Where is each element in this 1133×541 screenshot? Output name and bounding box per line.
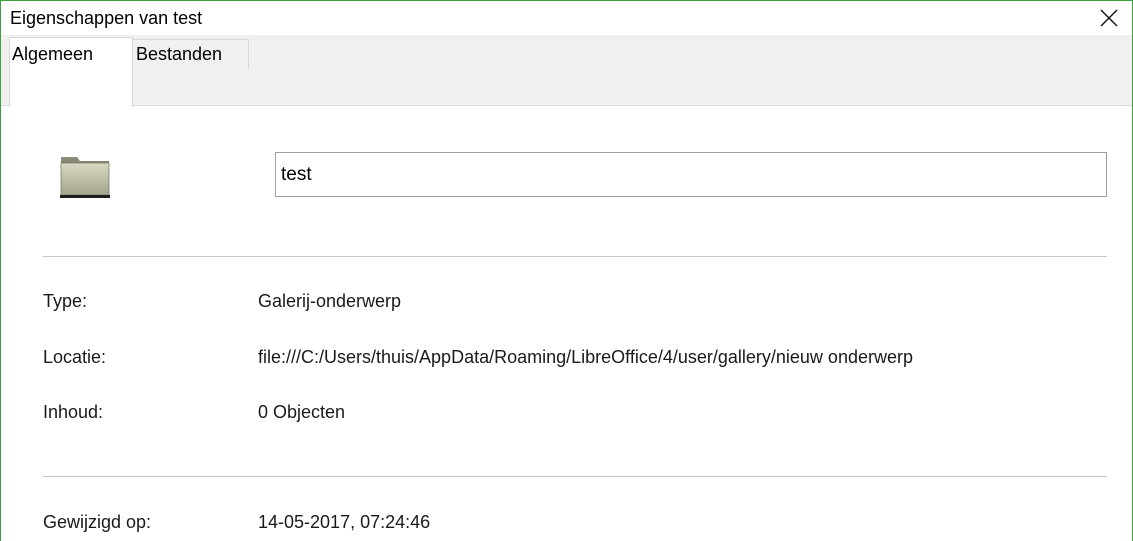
close-icon — [1100, 9, 1118, 27]
separator — [43, 476, 1107, 477]
location-value: file:///C:/Users/thuis/AppData/Roaming/L… — [258, 347, 913, 367]
folder-icon — [60, 157, 110, 198]
modified-label: Gewijzigd op: — [43, 512, 152, 532]
type-label: Type: — [43, 291, 88, 311]
properties-dialog: Eigenschappen van test Algemeen Bestande… — [0, 0, 1133, 541]
tab-algemeen[interactable]: Algemeen — [9, 37, 133, 107]
location-label: Locatie: — [43, 347, 107, 367]
title-bar[interactable]: Eigenschappen van test — [1, 1, 1132, 35]
name-input[interactable] — [275, 152, 1107, 197]
window-title: Eigenschappen van test — [10, 8, 203, 28]
tab-bestanden[interactable]: Bestanden — [132, 39, 249, 69]
contents-value: 0 Objecten — [258, 402, 346, 422]
modified-value: 14-05-2017, 07:24:46 — [258, 512, 431, 532]
type-value: Galerij-onderwerp — [258, 291, 402, 311]
contents-label: Inhoud: — [43, 402, 104, 422]
separator — [43, 256, 1107, 257]
close-button[interactable] — [1086, 1, 1132, 35]
